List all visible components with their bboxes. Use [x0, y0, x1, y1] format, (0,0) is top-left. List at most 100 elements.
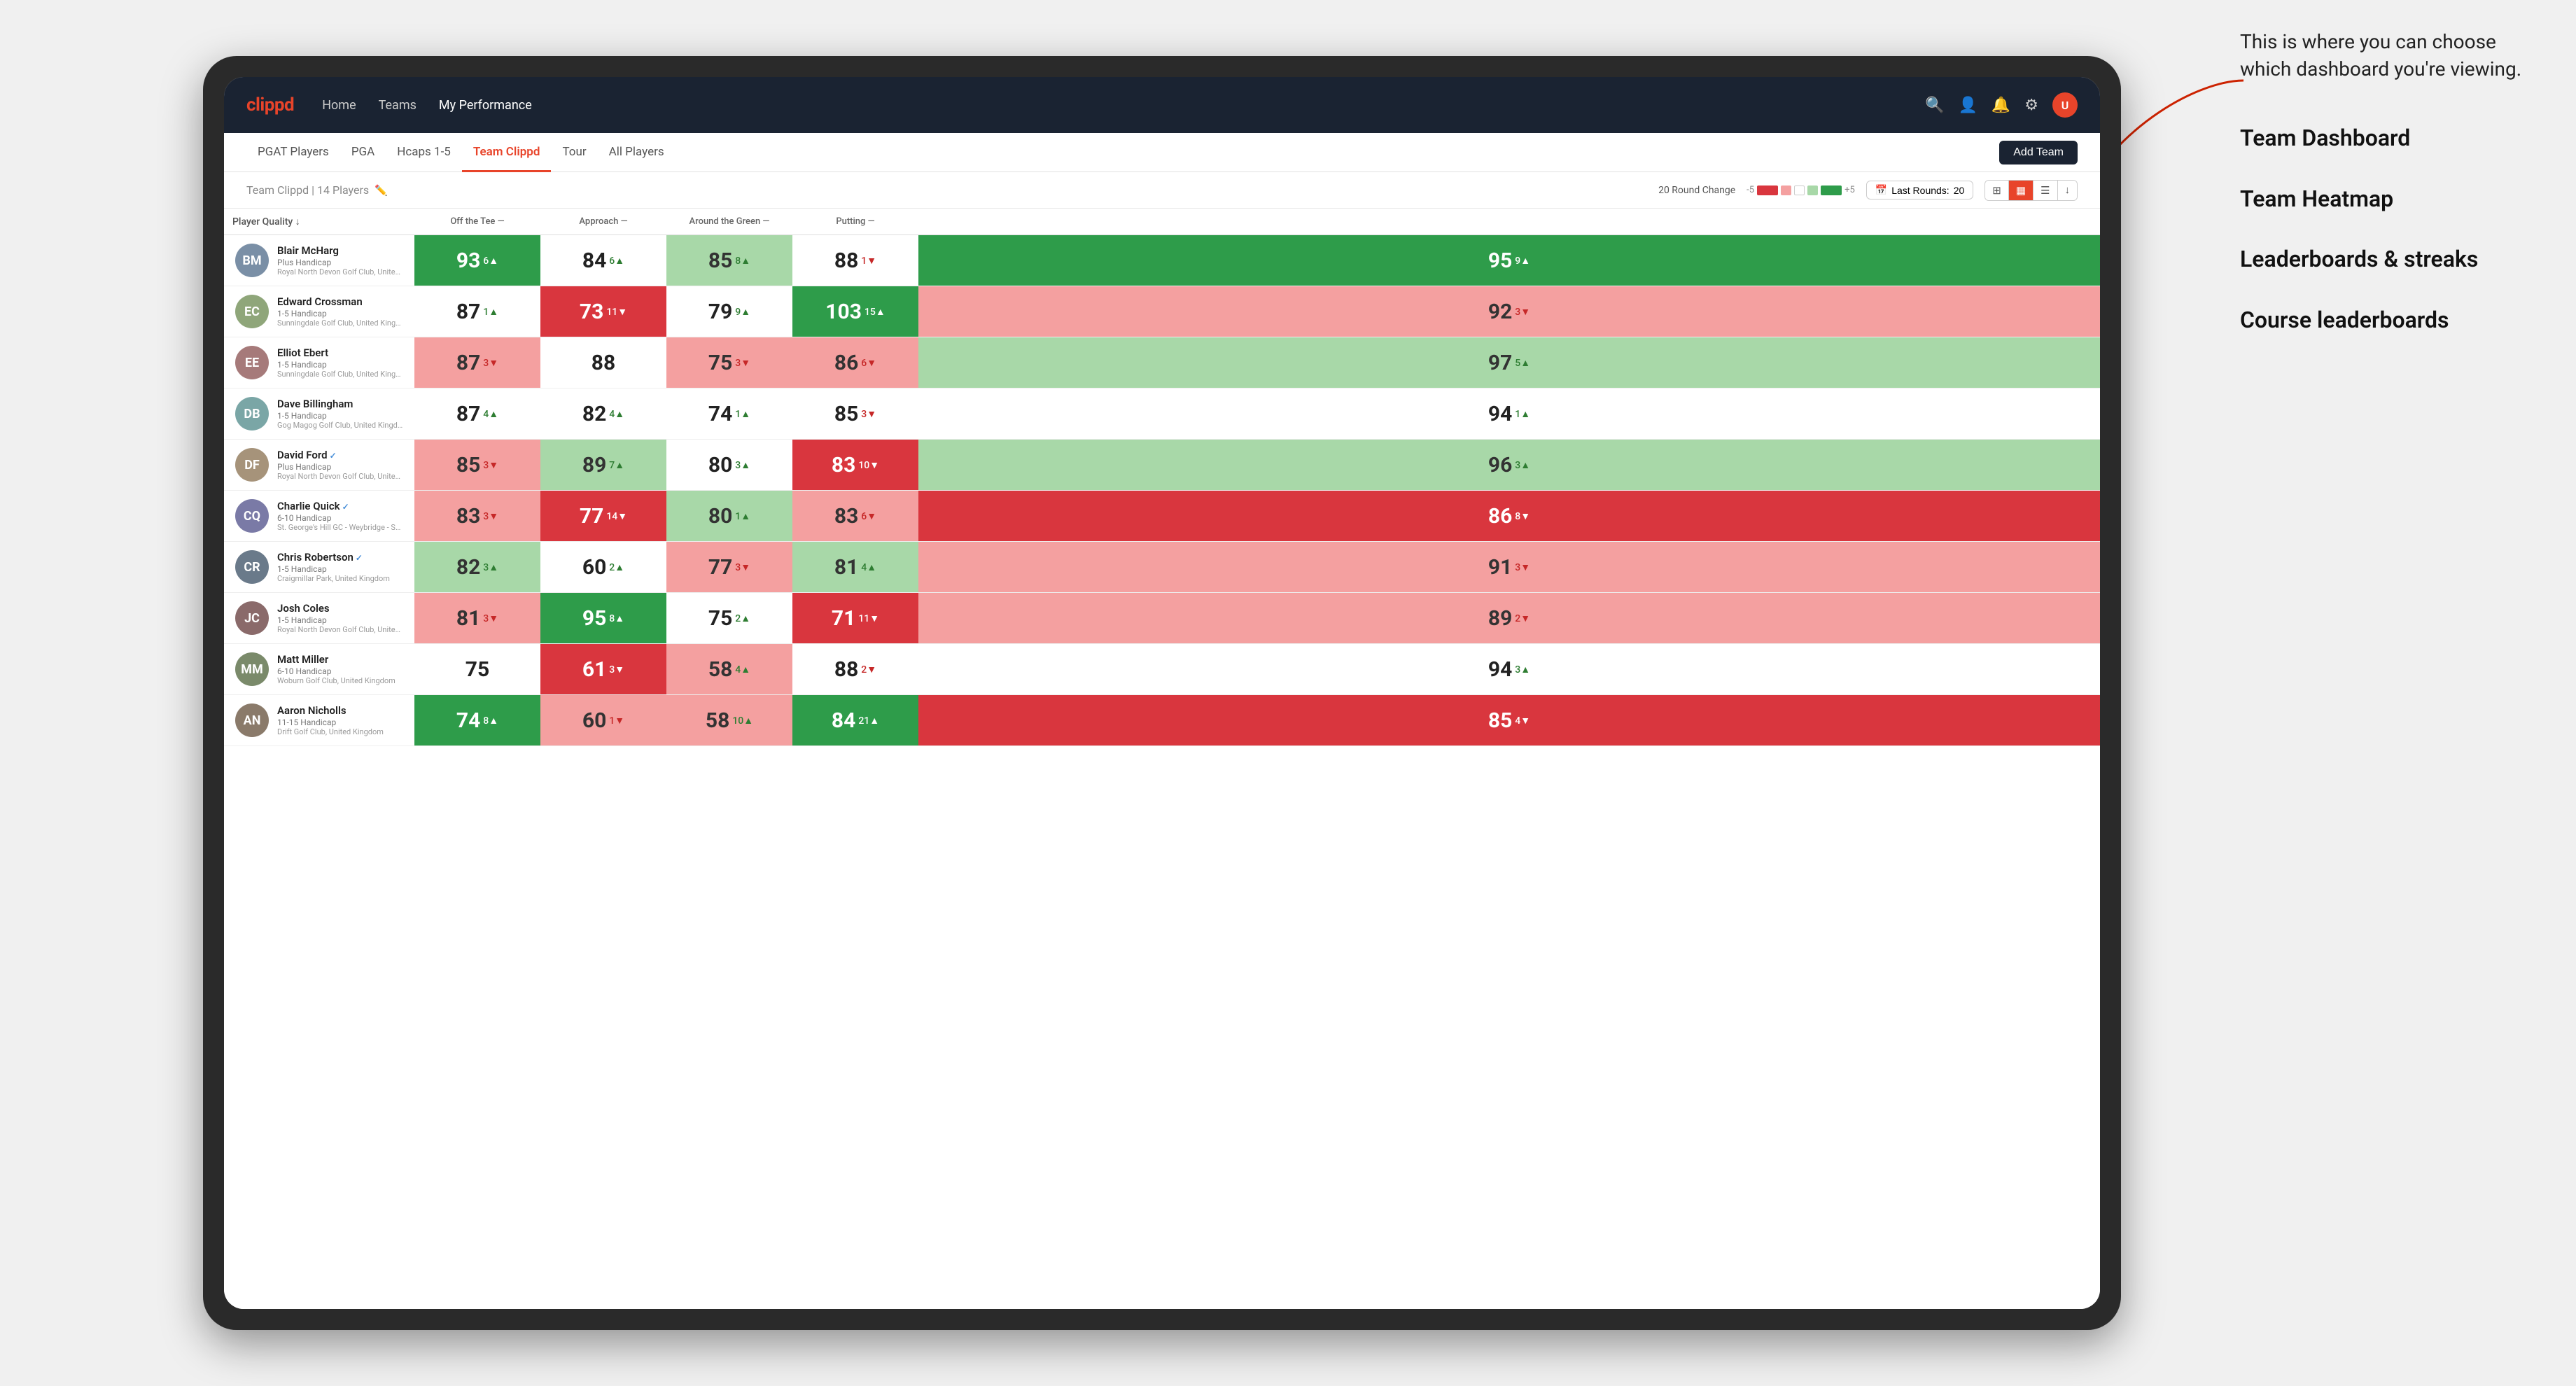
- col-header-approach[interactable]: Approach —: [540, 209, 666, 235]
- search-icon[interactable]: 🔍: [1925, 97, 1944, 114]
- last-rounds-button[interactable]: 📅 Last Rounds: 20: [1866, 181, 1974, 200]
- score-cell-3-1[interactable]: 824▲: [540, 388, 666, 440]
- col-header-putting[interactable]: Putting —: [792, 209, 918, 235]
- score-cell-2-1[interactable]: 88: [540, 337, 666, 388]
- score-cell-3-0[interactable]: 874▲: [414, 388, 540, 440]
- score-cell-6-3[interactable]: 814▲: [792, 542, 918, 593]
- nav-link-home[interactable]: Home: [322, 95, 356, 115]
- player-cell-0[interactable]: BMBlair McHargPlus HandicapRoyal North D…: [224, 235, 414, 286]
- score-change: 11▼: [858, 612, 879, 624]
- score-value: 75: [465, 657, 489, 682]
- score-cell-4-1[interactable]: 897▲: [540, 440, 666, 491]
- score-cell-7-4[interactable]: 892▼: [918, 593, 2100, 644]
- score-cell-0-0[interactable]: 936▲: [414, 235, 540, 286]
- edit-icon[interactable]: ✏️: [374, 184, 388, 197]
- col-header-around-green[interactable]: Around the Green —: [666, 209, 792, 235]
- score-value: 77: [708, 555, 732, 580]
- score-cell-9-2[interactable]: 5810▲: [666, 695, 792, 746]
- score-cell-3-3[interactable]: 853▼: [792, 388, 918, 440]
- player-cell-4[interactable]: DFDavid Ford✓Plus HandicapRoyal North De…: [224, 440, 414, 491]
- score-cell-9-1[interactable]: 601▼: [540, 695, 666, 746]
- player-cell-5[interactable]: CQCharlie Quick✓6-10 HandicapSt. George'…: [224, 491, 414, 542]
- add-team-button[interactable]: Add Team: [1999, 141, 2078, 164]
- score-cell-2-0[interactable]: 873▼: [414, 337, 540, 388]
- player-cell-3[interactable]: DBDave Billingham1-5 HandicapGog Magog G…: [224, 388, 414, 440]
- col-header-off-tee[interactable]: Off the Tee —: [414, 209, 540, 235]
- score-cell-8-4[interactable]: 943▲: [918, 644, 2100, 695]
- score-cell-1-1[interactable]: 7311▼: [540, 286, 666, 337]
- score-cell-8-1[interactable]: 613▼: [540, 644, 666, 695]
- score-cell-8-0[interactable]: 75: [414, 644, 540, 695]
- score-cell-7-3[interactable]: 7111▼: [792, 593, 918, 644]
- score-cell-9-4[interactable]: 854▼: [918, 695, 2100, 746]
- score-cell-4-3[interactable]: 8310▼: [792, 440, 918, 491]
- calendar-icon: 📅: [1875, 184, 1887, 196]
- score-cell-6-2[interactable]: 773▼: [666, 542, 792, 593]
- score-cell-7-1[interactable]: 958▲: [540, 593, 666, 644]
- view-list-button[interactable]: ☰: [2033, 181, 2057, 200]
- avatar[interactable]: U: [2052, 92, 2078, 118]
- player-cell-1[interactable]: ECEdward Crossman1-5 HandicapSunningdale…: [224, 286, 414, 337]
- score-change: 6▲: [609, 255, 624, 267]
- nav-link-teams[interactable]: Teams: [379, 95, 416, 115]
- score-cell-1-2[interactable]: 799▲: [666, 286, 792, 337]
- score-cell-7-2[interactable]: 752▲: [666, 593, 792, 644]
- bell-icon[interactable]: 🔔: [1991, 97, 2010, 114]
- score-cell-5-1[interactable]: 7714▼: [540, 491, 666, 542]
- score-cell-5-4[interactable]: 868▼: [918, 491, 2100, 542]
- score-value: 87: [456, 351, 480, 375]
- score-cell-3-2[interactable]: 741▲: [666, 388, 792, 440]
- score-cell-0-1[interactable]: 846▲: [540, 235, 666, 286]
- player-cell-2[interactable]: EEElliot Ebert1-5 HandicapSunningdale Go…: [224, 337, 414, 388]
- score-cell-9-0[interactable]: 748▲: [414, 695, 540, 746]
- score-cell-4-4[interactable]: 963▲: [918, 440, 2100, 491]
- score-cell-2-3[interactable]: 866▼: [792, 337, 918, 388]
- score-cell-9-3[interactable]: 8421▲: [792, 695, 918, 746]
- score-cell-0-2[interactable]: 858▲: [666, 235, 792, 286]
- view-heatmap-button[interactable]: ▦: [2009, 181, 2033, 200]
- player-avatar: MM: [235, 652, 269, 686]
- score-cell-8-2[interactable]: 584▲: [666, 644, 792, 695]
- score-cell-6-1[interactable]: 602▲: [540, 542, 666, 593]
- score-cell-8-3[interactable]: 882▼: [792, 644, 918, 695]
- score-change: 2▼: [1515, 612, 1530, 624]
- score-cell-1-3[interactable]: 10315▲: [792, 286, 918, 337]
- tab-pgat-players[interactable]: PGAT Players: [246, 134, 340, 172]
- score-cell-4-0[interactable]: 853▼: [414, 440, 540, 491]
- score-cell-5-3[interactable]: 836▼: [792, 491, 918, 542]
- score-cell-5-0[interactable]: 833▼: [414, 491, 540, 542]
- score-cell-2-4[interactable]: 975▲: [918, 337, 2100, 388]
- score-cell-3-4[interactable]: 941▲: [918, 388, 2100, 440]
- score-cell-0-4[interactable]: 959▲: [918, 235, 2100, 286]
- score-cell-6-4[interactable]: 913▼: [918, 542, 2100, 593]
- score-cell-7-0[interactable]: 813▼: [414, 593, 540, 644]
- score-change: 4▲: [483, 408, 498, 420]
- view-download-button[interactable]: ↓: [2058, 181, 2078, 200]
- score-change: 3▼: [483, 510, 498, 522]
- tab-tour[interactable]: Tour: [551, 134, 597, 172]
- score-cell-2-2[interactable]: 753▼: [666, 337, 792, 388]
- tab-hcaps[interactable]: Hcaps 1-5: [386, 134, 462, 172]
- team-name: Team Clippd: [246, 183, 309, 197]
- tab-all-players[interactable]: All Players: [598, 134, 676, 172]
- view-grid-button[interactable]: ⊞: [1985, 181, 2009, 200]
- col-header-player[interactable]: Player Quality ↓: [224, 209, 414, 235]
- score-cell-5-2[interactable]: 801▲: [666, 491, 792, 542]
- player-cell-6[interactable]: CRChris Robertson✓1-5 HandicapCraigmilla…: [224, 542, 414, 593]
- tab-pga[interactable]: PGA: [340, 134, 386, 172]
- score-cell-1-0[interactable]: 871▲: [414, 286, 540, 337]
- score-cell-1-4[interactable]: 923▼: [918, 286, 2100, 337]
- score-value: 91: [1488, 555, 1512, 580]
- player-cell-8[interactable]: MMMatt Miller6-10 HandicapWoburn Golf Cl…: [224, 644, 414, 695]
- score-cell-6-0[interactable]: 823▲: [414, 542, 540, 593]
- person-icon[interactable]: 👤: [1958, 97, 1977, 114]
- score-cell-4-2[interactable]: 803▲: [666, 440, 792, 491]
- settings-icon[interactable]: ⚙: [2024, 97, 2038, 114]
- score-value: 84: [832, 708, 855, 733]
- player-cell-9[interactable]: ANAaron Nicholls11-15 HandicapDrift Golf…: [224, 695, 414, 746]
- player-cell-7[interactable]: JCJosh Coles1-5 HandicapRoyal North Devo…: [224, 593, 414, 644]
- score-cell-0-3[interactable]: 881▼: [792, 235, 918, 286]
- nav-link-myperformance[interactable]: My Performance: [439, 95, 532, 115]
- table-row: EEElliot Ebert1-5 HandicapSunningdale Go…: [224, 337, 2100, 388]
- tab-team-clippd[interactable]: Team Clippd: [462, 134, 552, 172]
